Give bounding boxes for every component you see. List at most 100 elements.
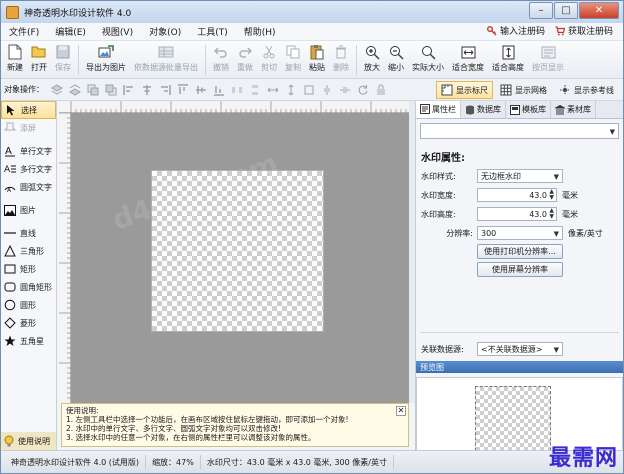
register-link[interactable]: 输入注册码 <box>486 24 545 37</box>
dpi-select[interactable]: 300 ▼ <box>477 226 563 240</box>
get-code-link[interactable]: 获取注册码 <box>555 24 613 37</box>
new-button[interactable]: 新建 <box>3 41 27 77</box>
actual-size-button[interactable]: 实际大小 <box>408 41 448 77</box>
tool-select[interactable]: 选择 <box>1 101 56 119</box>
same-width-icon[interactable] <box>267 84 279 96</box>
tab-templates[interactable]: 模板库 <box>506 101 551 118</box>
screen-dpi-button[interactable]: 使用屏幕分辨率 <box>477 262 563 277</box>
align-top-icon[interactable] <box>177 83 189 96</box>
design-canvas[interactable]: d4000.com <box>71 113 409 403</box>
datasource-select[interactable]: <不关联数据源> ▼ <box>477 342 563 356</box>
send-back-icon[interactable] <box>105 84 117 96</box>
tab-database[interactable]: 数据库 <box>461 101 506 118</box>
copy-button[interactable]: 复制 <box>281 41 305 77</box>
zoom-in-button[interactable]: 放大 <box>360 41 384 77</box>
tool-rounded-rect-label: 圆角矩形 <box>20 282 52 292</box>
tool-star[interactable]: 五角星 <box>1 332 56 350</box>
menu-tools[interactable]: 工具(T) <box>189 25 236 38</box>
align-bottom-icon[interactable] <box>213 84 225 96</box>
redo-button[interactable]: 重做 <box>233 41 257 77</box>
style-select[interactable]: 无边框水印 ▼ <box>477 169 563 183</box>
same-size-icon[interactable] <box>303 84 315 96</box>
tool-ellipse[interactable]: 圆形 <box>1 296 56 314</box>
undo-button[interactable]: 撤销 <box>209 41 233 77</box>
tab-properties[interactable]: 属性栏 <box>416 101 461 118</box>
folder-open-icon <box>31 44 47 60</box>
align-center-icon[interactable] <box>141 84 153 96</box>
fit-height-button[interactable]: 适合高度 <box>488 41 528 77</box>
minimize-button[interactable]: – <box>529 2 553 19</box>
tool-single-text[interactable]: A 单行文字 <box>1 142 56 160</box>
watermark-artboard[interactable] <box>151 170 324 332</box>
app-icon <box>6 5 19 19</box>
layer-down-icon[interactable] <box>69 83 81 96</box>
width-input[interactable]: 43.0 ▲ ▼ <box>477 188 557 202</box>
menu-help[interactable]: 帮助(H) <box>236 25 284 38</box>
spinner-icon[interactable]: ▲ ▼ <box>549 208 554 220</box>
help-title: 使用说明: <box>66 406 99 415</box>
rotate-icon[interactable] <box>357 84 369 96</box>
menu-view[interactable]: 视图(V) <box>94 25 141 38</box>
tool-rounded-rect[interactable]: 圆角矩形 <box>1 278 56 296</box>
tool-multi-text[interactable]: A 多行文字 <box>1 160 56 178</box>
menu-file[interactable]: 文件(F) <box>1 25 47 38</box>
toolbar-separator <box>356 45 357 75</box>
tab-materials[interactable]: 素材库 <box>551 101 596 118</box>
main-toolbar: 新建 打开 保存 导出为图片 依数据源批量导出 撤销 重做 剪切 复制 粘贴 删… <box>1 41 623 79</box>
center-v-icon[interactable] <box>339 84 351 96</box>
tool-add-layer[interactable]: 添屏 <box>1 119 56 137</box>
bring-front-icon[interactable] <box>87 84 99 96</box>
help-line-3: 3. 选择水印中的任意一个对象，在右侧的属性栏里可以调整该对象的属性。 <box>66 433 316 442</box>
tool-line[interactable]: 直线 <box>1 224 56 242</box>
width-unit: 毫米 <box>562 190 578 200</box>
tool-rectangle[interactable]: 矩形 <box>1 260 56 278</box>
tool-triangle-label: 三角形 <box>20 246 44 256</box>
batch-export-button[interactable]: 依数据源批量导出 <box>130 41 202 77</box>
help-close-button[interactable]: ✕ <box>396 406 406 416</box>
same-height-icon[interactable] <box>285 84 297 96</box>
tool-arc-text[interactable]: A 圆弧文字 <box>1 178 56 196</box>
paste-button[interactable]: 粘贴 <box>305 41 329 77</box>
zoom-out-button[interactable]: 缩小 <box>384 41 408 77</box>
tool-diamond[interactable]: 菱形 <box>1 314 56 332</box>
show-guides-toggle[interactable]: 显示参考线 <box>554 81 619 99</box>
show-grid-toggle[interactable]: 显示网格 <box>495 81 552 99</box>
toolbar-separator <box>205 45 206 75</box>
align-middle-icon[interactable] <box>195 84 207 96</box>
fit-width-button[interactable]: 适合宽度 <box>448 41 488 77</box>
menu-object[interactable]: 对象(O) <box>141 25 189 38</box>
magnifier-icon <box>420 44 436 60</box>
usage-help-button[interactable]: 使用说明 <box>1 432 56 450</box>
maximize-button[interactable]: □ <box>554 2 578 19</box>
cut-button[interactable]: 剪切 <box>257 41 281 77</box>
show-grid-label: 显示网格 <box>515 85 547 95</box>
ruler-ticks-vertical <box>59 112 71 399</box>
layer-up-icon[interactable] <box>51 83 63 96</box>
show-ruler-label: 显示标尺 <box>456 85 488 95</box>
menu-edit[interactable]: 编辑(E) <box>47 25 94 38</box>
close-button[interactable]: ✕ <box>579 2 619 19</box>
delete-button[interactable]: 删除 <box>329 41 353 77</box>
distribute-h-icon[interactable] <box>231 84 243 96</box>
tool-image[interactable]: 图片 <box>1 201 56 219</box>
align-left-icon[interactable] <box>123 84 135 96</box>
save-button[interactable]: 保存 <box>51 41 75 77</box>
status-app: 神奇透明水印设计软件 4.0 (试用版) <box>5 455 147 469</box>
spinner-icon[interactable]: ▲ ▼ <box>549 189 554 201</box>
center-h-icon[interactable] <box>321 84 333 96</box>
undo-icon <box>213 44 229 60</box>
printer-dpi-button[interactable]: 使用打印机分辨率... <box>477 244 563 259</box>
lock-icon[interactable] <box>375 84 387 96</box>
status-bar: 神奇透明水印设计软件 4.0 (试用版) 缩放：47% 水印尺寸：43.0 毫米… <box>1 450 623 473</box>
tool-triangle[interactable]: 三角形 <box>1 242 56 260</box>
object-selector-dropdown[interactable]: ▼ <box>420 123 619 139</box>
page-show-button[interactable]: 按页显示 <box>528 41 568 77</box>
align-right-icon[interactable] <box>159 84 171 96</box>
height-input[interactable]: 43.0 ▲ ▼ <box>477 207 557 221</box>
pointer-icon <box>4 104 18 116</box>
register-label: 输入注册码 <box>499 27 545 37</box>
open-button[interactable]: 打开 <box>27 41 51 77</box>
show-ruler-toggle[interactable]: 显示标尺 <box>436 81 493 99</box>
distribute-v-icon[interactable] <box>249 84 261 96</box>
export-image-button[interactable]: 导出为图片 <box>82 41 130 77</box>
